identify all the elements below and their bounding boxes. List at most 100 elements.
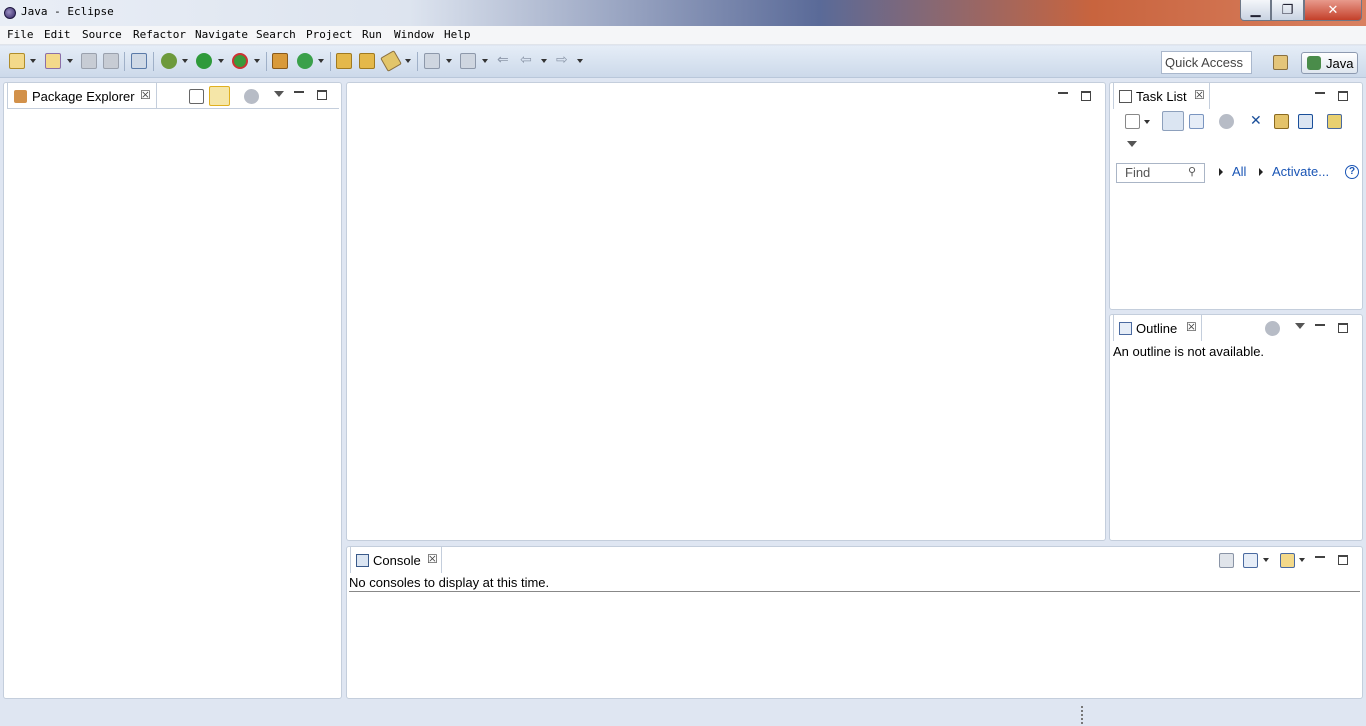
run-icon[interactable] [196, 53, 212, 69]
minimize-icon[interactable] [1315, 556, 1325, 558]
menu-source[interactable]: Source [82, 28, 122, 41]
view-menu-icon[interactable] [274, 91, 284, 97]
open-perspective-icon[interactable] [1273, 55, 1288, 70]
maximize-icon[interactable] [317, 90, 327, 100]
pin-console-icon[interactable] [1219, 553, 1234, 568]
tab-package-explorer[interactable]: Package Explorer ☒ [7, 83, 157, 109]
close-tab-icon[interactable]: ☒ [1186, 320, 1197, 334]
title-bar: Java - Eclipse ▁ ❐ ✕ [0, 0, 1366, 26]
activate-task-link[interactable]: Activate... [1272, 164, 1329, 179]
open-console-icon[interactable] [1280, 553, 1295, 568]
close-tab-icon[interactable]: ☒ [140, 88, 151, 102]
show-tasks-ui-legend-icon[interactable] [1327, 114, 1342, 129]
forward-icon[interactable]: ⇨ [556, 53, 572, 69]
menu-edit[interactable]: Edit [44, 28, 71, 41]
menu-search[interactable]: Search [256, 28, 296, 41]
external-tools-icon[interactable] [232, 53, 248, 69]
run-dropdown-icon[interactable] [218, 59, 224, 63]
java-perspective-label: Java [1326, 56, 1354, 71]
categorized-icon[interactable] [1162, 111, 1184, 131]
menu-file[interactable]: File [7, 28, 34, 41]
annotation-next-icon[interactable] [424, 53, 440, 69]
focus-on-workweek-icon[interactable] [1219, 114, 1234, 129]
annotation-previous-dropdown-icon[interactable] [482, 59, 488, 63]
new-package-dropdown-icon[interactable] [67, 59, 73, 63]
collapse-all-icon[interactable] [189, 89, 204, 104]
open-console-dropdown-icon[interactable] [1299, 558, 1305, 562]
back-icon[interactable]: ⇦ [520, 53, 536, 69]
last-edit-icon[interactable]: ⇐ [497, 53, 513, 69]
search-dropdown-icon[interactable] [405, 59, 411, 63]
minimize-window-button[interactable]: ▁ [1240, 0, 1271, 21]
hide-completed-icon[interactable]: ✕ [1250, 114, 1265, 129]
tab-task-list[interactable]: Task List ☒ [1113, 83, 1210, 109]
console-tab-label: Console [373, 553, 421, 568]
open-task-icon[interactable] [359, 53, 375, 69]
scheduled-icon[interactable] [1189, 114, 1204, 129]
restore-icon: ❐ [1281, 2, 1294, 18]
menu-refactor[interactable]: Refactor [133, 28, 186, 41]
new-java-class-dropdown-icon[interactable] [318, 59, 324, 63]
menu-project[interactable]: Project [306, 28, 352, 41]
minimize-icon[interactable] [1315, 92, 1325, 94]
menu-navigate[interactable]: Navigate [195, 28, 248, 41]
view-menu-icon[interactable] [1127, 141, 1137, 147]
focus-on-active-task-icon[interactable] [1265, 321, 1280, 336]
annotation-next-dropdown-icon[interactable] [446, 59, 452, 63]
new-java-project-icon[interactable] [272, 53, 288, 69]
menu-window[interactable]: Window [394, 28, 434, 41]
close-tab-icon[interactable]: ☒ [427, 552, 438, 566]
maximize-icon[interactable] [1338, 323, 1348, 333]
menu-run[interactable]: Run [362, 28, 382, 41]
new-task-icon[interactable] [1125, 114, 1140, 129]
maximize-icon[interactable] [1081, 91, 1091, 101]
editor-area [346, 82, 1106, 541]
toggle-breakpoint-icon[interactable] [131, 53, 147, 69]
tab-console[interactable]: Console ☒ [350, 547, 442, 573]
maximize-icon[interactable] [1338, 91, 1348, 101]
save-all-icon[interactable] [103, 53, 119, 69]
collapse-all-icon[interactable] [1298, 114, 1313, 129]
minimize-icon[interactable] [1315, 324, 1325, 326]
close-window-button[interactable]: ✕ [1304, 0, 1362, 21]
toolbar-separator [417, 52, 418, 71]
status-bar-grip[interactable] [1081, 706, 1083, 724]
debug-icon[interactable] [161, 53, 177, 69]
outline-message: An outline is not available. [1113, 344, 1265, 359]
link-with-editor-icon[interactable] [209, 86, 230, 106]
maximize-icon[interactable] [1338, 555, 1348, 565]
focus-on-active-task-icon[interactable] [244, 89, 259, 104]
display-selected-console-icon[interactable] [1243, 553, 1258, 568]
new-task-dropdown-icon[interactable] [1144, 120, 1150, 124]
forward-dropdown-icon[interactable] [577, 59, 583, 63]
quick-access-input[interactable]: Quick Access [1161, 51, 1252, 74]
back-dropdown-icon[interactable] [541, 59, 547, 63]
java-perspective-button[interactable]: Java [1301, 52, 1358, 74]
new-package-icon[interactable] [45, 53, 61, 69]
view-menu-icon[interactable] [1295, 323, 1305, 329]
search-icon[interactable] [380, 50, 402, 72]
activate-expand-icon [1259, 168, 1263, 176]
new-dropdown-icon[interactable] [30, 59, 36, 63]
console-divider [349, 591, 1360, 592]
help-icon[interactable]: ? [1345, 165, 1359, 179]
external-tools-dropdown-icon[interactable] [254, 59, 260, 63]
save-icon[interactable] [81, 53, 97, 69]
console-panel: Console ☒ No consoles to display at this… [346, 546, 1363, 699]
new-java-class-icon[interactable] [297, 53, 313, 69]
display-console-dropdown-icon[interactable] [1263, 558, 1269, 562]
task-list-panel: Task List ☒ ✕ [1109, 82, 1363, 310]
eclipse-app-icon [4, 7, 16, 19]
tab-outline[interactable]: Outline ☒ [1113, 315, 1202, 341]
restore-window-button[interactable]: ❐ [1271, 0, 1304, 21]
debug-dropdown-icon[interactable] [182, 59, 188, 63]
annotation-previous-icon[interactable] [460, 53, 476, 69]
new-icon[interactable] [9, 53, 25, 69]
synchronize-icon[interactable] [1274, 114, 1289, 129]
all-categories-link[interactable]: All [1232, 164, 1246, 179]
close-tab-icon[interactable]: ☒ [1194, 88, 1205, 102]
minimize-icon[interactable] [294, 91, 304, 93]
open-type-icon[interactable] [336, 53, 352, 69]
minimize-icon[interactable] [1058, 92, 1068, 94]
menu-help[interactable]: Help [444, 28, 471, 41]
